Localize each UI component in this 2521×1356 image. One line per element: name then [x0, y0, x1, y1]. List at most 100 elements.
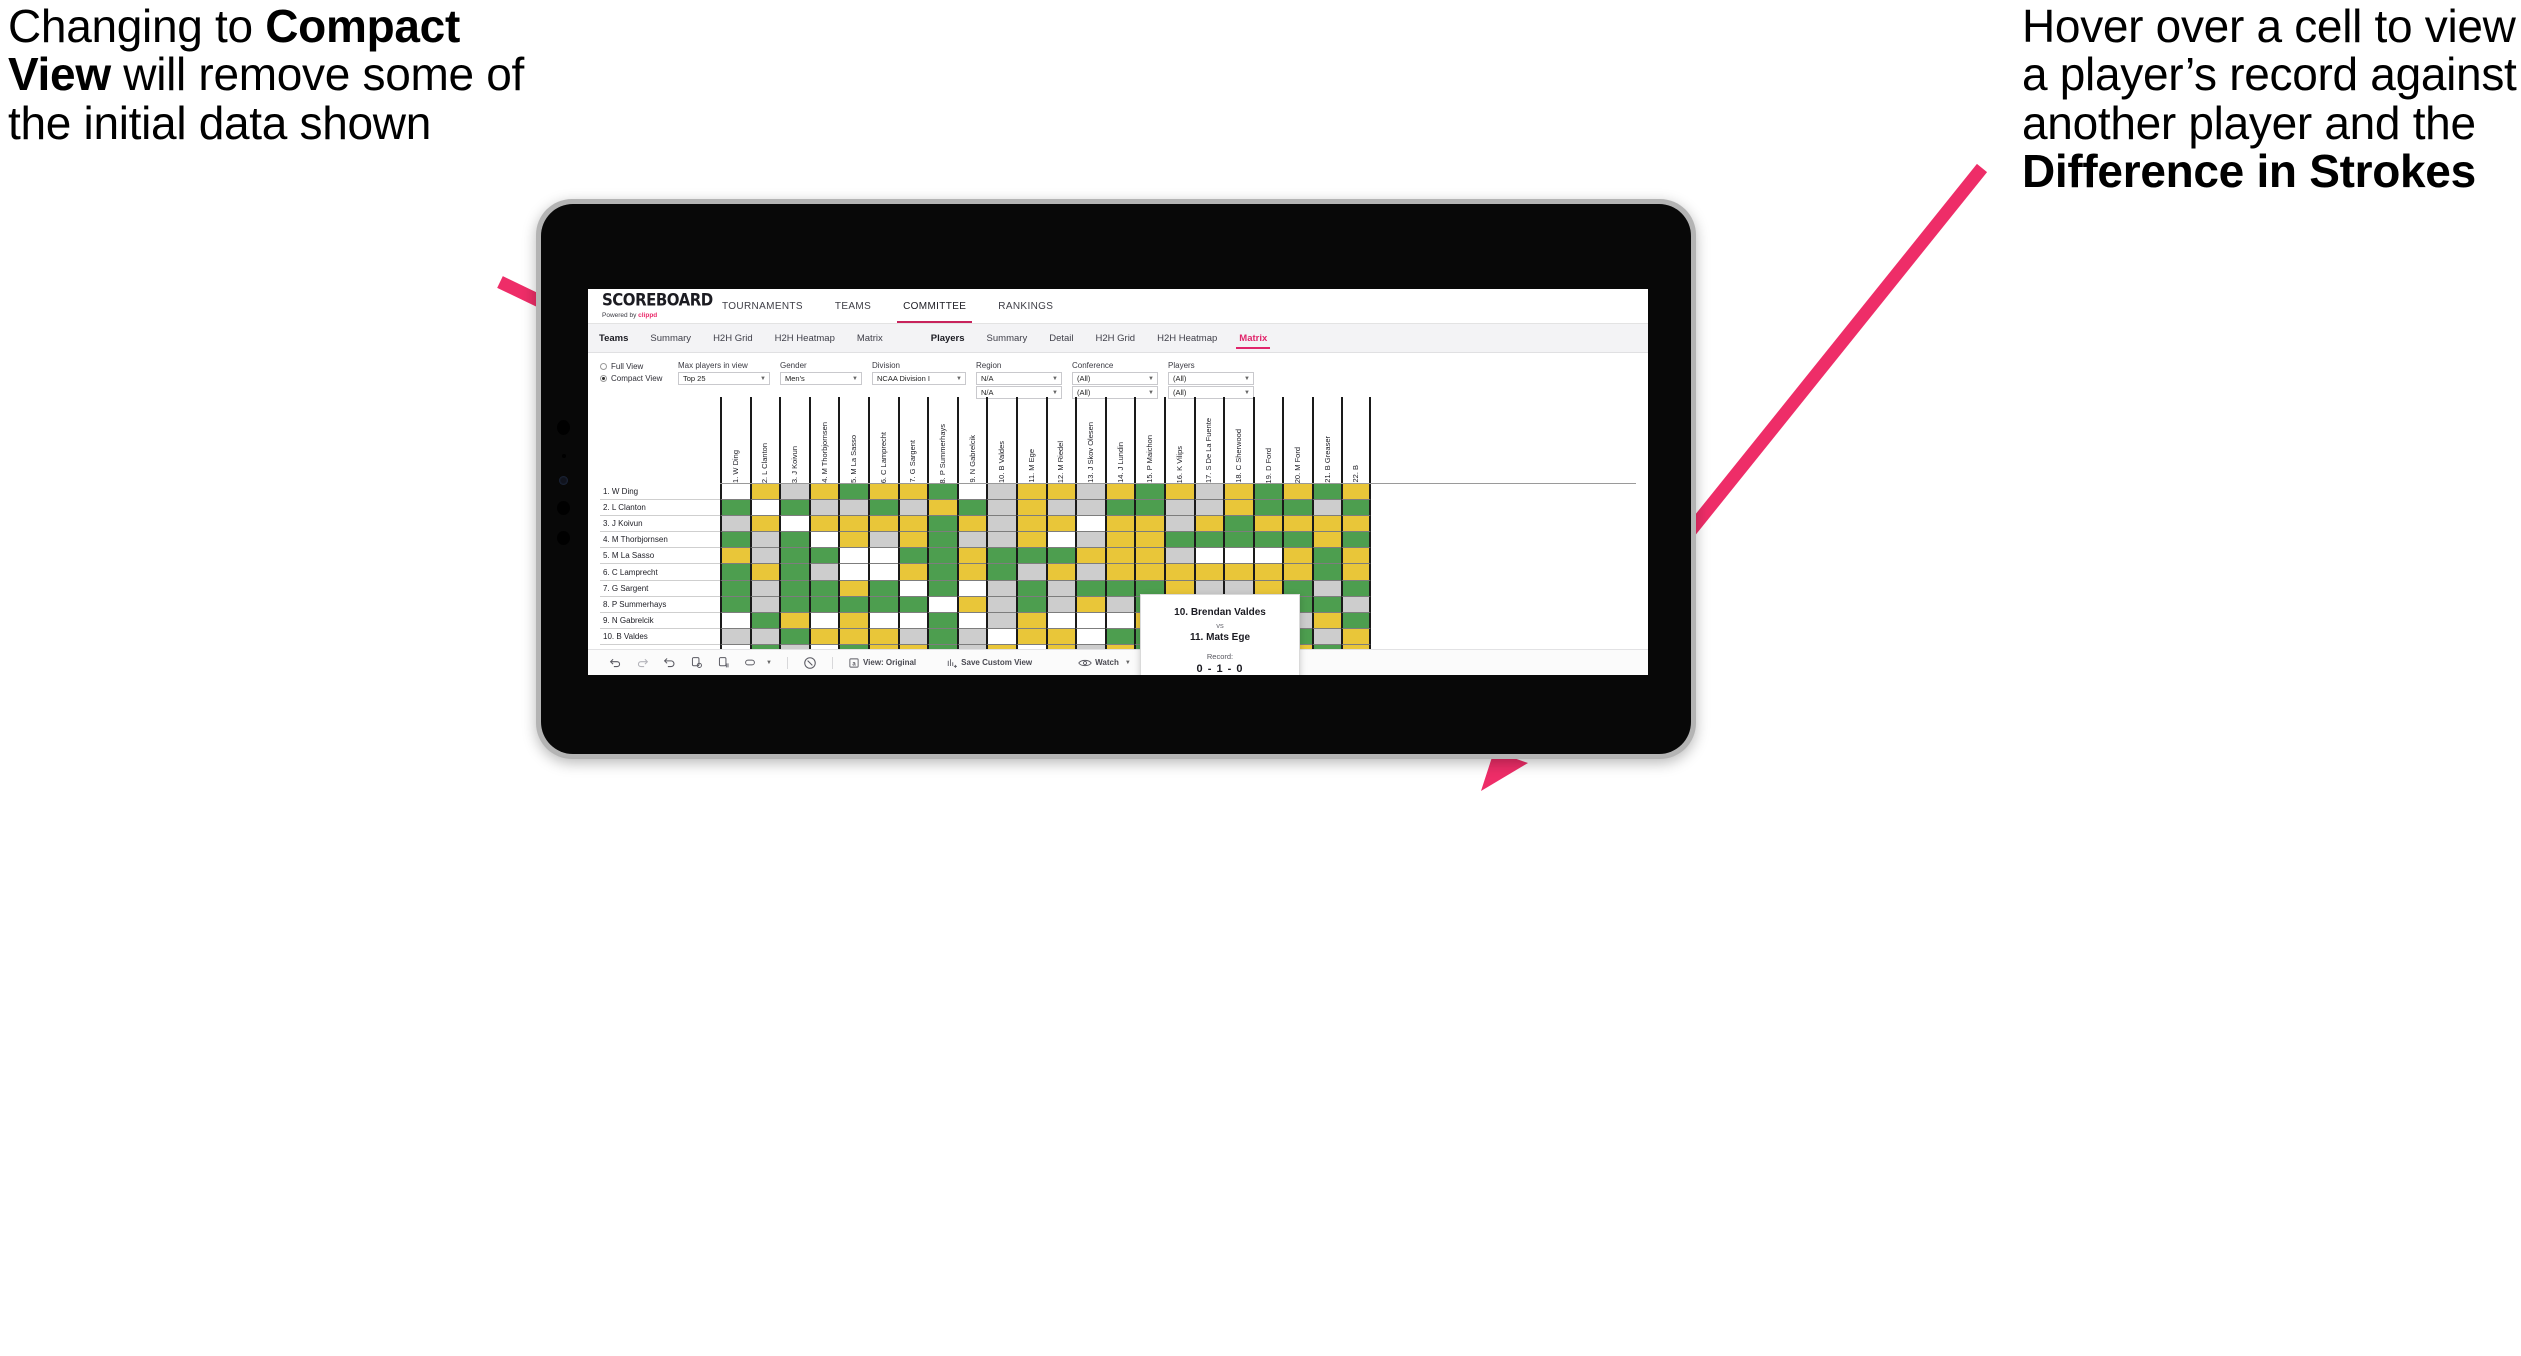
matrix-cell[interactable] — [1341, 612, 1372, 629]
matrix-cell[interactable] — [1311, 564, 1342, 581]
matrix-cell[interactable] — [720, 484, 750, 501]
matrix-cell[interactable] — [1341, 596, 1372, 613]
matrix-cell[interactable] — [1104, 500, 1135, 517]
matrix-cell[interactable] — [986, 500, 1016, 517]
redo-button[interactable] — [629, 653, 656, 673]
matrix-cell[interactable] — [1223, 500, 1253, 517]
matrix-cell[interactable] — [1075, 612, 1105, 629]
matrix-cell[interactable] — [956, 628, 987, 645]
matrix-cell[interactable] — [927, 532, 957, 549]
matrix-cell[interactable] — [808, 580, 839, 597]
matrix-cell[interactable] — [1223, 484, 1253, 501]
matrix-cell[interactable] — [838, 612, 868, 629]
matrix-cell[interactable] — [927, 580, 957, 597]
matrix-cell[interactable] — [808, 500, 839, 517]
region-select-1[interactable]: N/A ▼ — [976, 372, 1062, 385]
matrix-cell[interactable] — [1282, 500, 1312, 517]
matrix-column-header[interactable]: 8. P Summerhays — [927, 397, 957, 483]
matrix-cell[interactable] — [1015, 500, 1046, 517]
matrix-cell[interactable] — [1045, 564, 1076, 581]
matrix-cell[interactable] — [1015, 596, 1046, 613]
matrix-cell[interactable] — [1075, 564, 1105, 581]
save-custom-view-button[interactable]: Save Custom View — [939, 653, 1039, 673]
matrix-cell[interactable] — [1104, 596, 1135, 613]
matrix-cell[interactable] — [1341, 580, 1372, 597]
matrix-cell[interactable] — [1311, 500, 1342, 517]
matrix-cell[interactable] — [749, 612, 780, 629]
subnav-players-h2h-grid[interactable]: H2H Grid — [1085, 324, 1147, 352]
matrix-column-header[interactable]: 3. J Koivun — [779, 397, 809, 483]
division-select[interactable]: NCAA Division I ▼ — [872, 372, 966, 385]
matrix-cell[interactable] — [956, 564, 987, 581]
matrix-cell[interactable] — [1163, 500, 1194, 517]
matrix-column-header[interactable]: 15. P Maichon — [1134, 397, 1164, 483]
matrix-cell[interactable] — [1341, 628, 1372, 645]
matrix-cell[interactable] — [1075, 548, 1105, 565]
matrix-cell[interactable] — [867, 580, 898, 597]
matrix-cell[interactable] — [1045, 596, 1076, 613]
matrix-cell[interactable] — [838, 484, 868, 501]
matrix-cell[interactable] — [779, 500, 809, 517]
matrix-cell[interactable] — [1193, 548, 1224, 565]
matrix-cell[interactable] — [1252, 484, 1283, 501]
matrix-cell[interactable] — [986, 532, 1016, 549]
matrix-cell[interactable] — [897, 580, 928, 597]
matrix-cell[interactable] — [897, 500, 928, 517]
matrix-cell[interactable] — [867, 500, 898, 517]
matrix-column-header[interactable]: 13. J Skov Olesen — [1075, 397, 1105, 483]
matrix-cell[interactable] — [838, 580, 868, 597]
matrix-column-header[interactable]: 11. M Ege — [1015, 397, 1046, 483]
matrix-cell[interactable] — [956, 500, 987, 517]
matrix-cell[interactable] — [897, 548, 928, 565]
matrix-cell[interactable] — [927, 596, 957, 613]
gender-select[interactable]: Men's ▼ — [780, 372, 862, 385]
matrix-cell[interactable] — [897, 532, 928, 549]
matrix-cell[interactable] — [1075, 596, 1105, 613]
matrix-cell[interactable] — [1104, 564, 1135, 581]
matrix-cell[interactable] — [1341, 516, 1372, 533]
matrix-cell[interactable] — [1193, 532, 1224, 549]
brand-logo[interactable]: SCOREBOARD Powered by clippd — [588, 289, 713, 323]
matrix-cell[interactable] — [1015, 580, 1046, 597]
matrix-cell[interactable] — [838, 532, 868, 549]
matrix-cell[interactable] — [1341, 564, 1372, 581]
matrix-row-label[interactable]: 8. P Summerhays — [600, 597, 720, 613]
max-players-select[interactable]: Top 25 ▼ — [678, 372, 770, 385]
matrix-cell[interactable] — [1341, 500, 1372, 517]
matrix-cell[interactable] — [986, 548, 1016, 565]
matrix-cell[interactable] — [749, 580, 780, 597]
matrix-cell[interactable] — [1282, 516, 1312, 533]
matrix-cell[interactable] — [1311, 548, 1342, 565]
topnav-rankings[interactable]: RANKINGS — [982, 289, 1069, 323]
matrix-cell[interactable] — [1075, 484, 1105, 501]
topnav-teams[interactable]: TEAMS — [819, 289, 887, 323]
matrix-cell[interactable] — [867, 516, 898, 533]
matrix-column-header[interactable]: 22. B — [1341, 397, 1372, 483]
matrix-row-label[interactable]: 7. G Sargent — [600, 581, 720, 597]
matrix-cell[interactable] — [986, 628, 1016, 645]
revert-button[interactable] — [656, 653, 683, 673]
matrix-cell[interactable] — [1341, 484, 1372, 501]
matrix-cell[interactable] — [927, 500, 957, 517]
matrix-cell[interactable] — [986, 612, 1016, 629]
matrix-column-header[interactable]: 1. W Ding — [720, 397, 750, 483]
matrix-cell[interactable] — [986, 516, 1016, 533]
matrix-cell[interactable] — [808, 548, 839, 565]
matrix-cell[interactable] — [1104, 532, 1135, 549]
matrix-cell[interactable] — [956, 484, 987, 501]
pause-button[interactable] — [710, 653, 737, 673]
matrix-cell[interactable] — [927, 484, 957, 501]
matrix-cell[interactable] — [1311, 532, 1342, 549]
matrix-cell[interactable] — [720, 532, 750, 549]
matrix-cell[interactable] — [867, 628, 898, 645]
matrix-cell[interactable] — [838, 500, 868, 517]
matrix-cell[interactable] — [867, 596, 898, 613]
matrix-cell[interactable] — [1282, 564, 1312, 581]
matrix-column-header[interactable]: 5. M La Sasso — [838, 397, 868, 483]
matrix-cell[interactable] — [808, 516, 839, 533]
matrix-cell[interactable] — [986, 564, 1016, 581]
matrix-cell[interactable] — [956, 516, 987, 533]
matrix-cell[interactable] — [1223, 548, 1253, 565]
matrix-cell[interactable] — [1282, 532, 1312, 549]
matrix-cell[interactable] — [1252, 548, 1283, 565]
